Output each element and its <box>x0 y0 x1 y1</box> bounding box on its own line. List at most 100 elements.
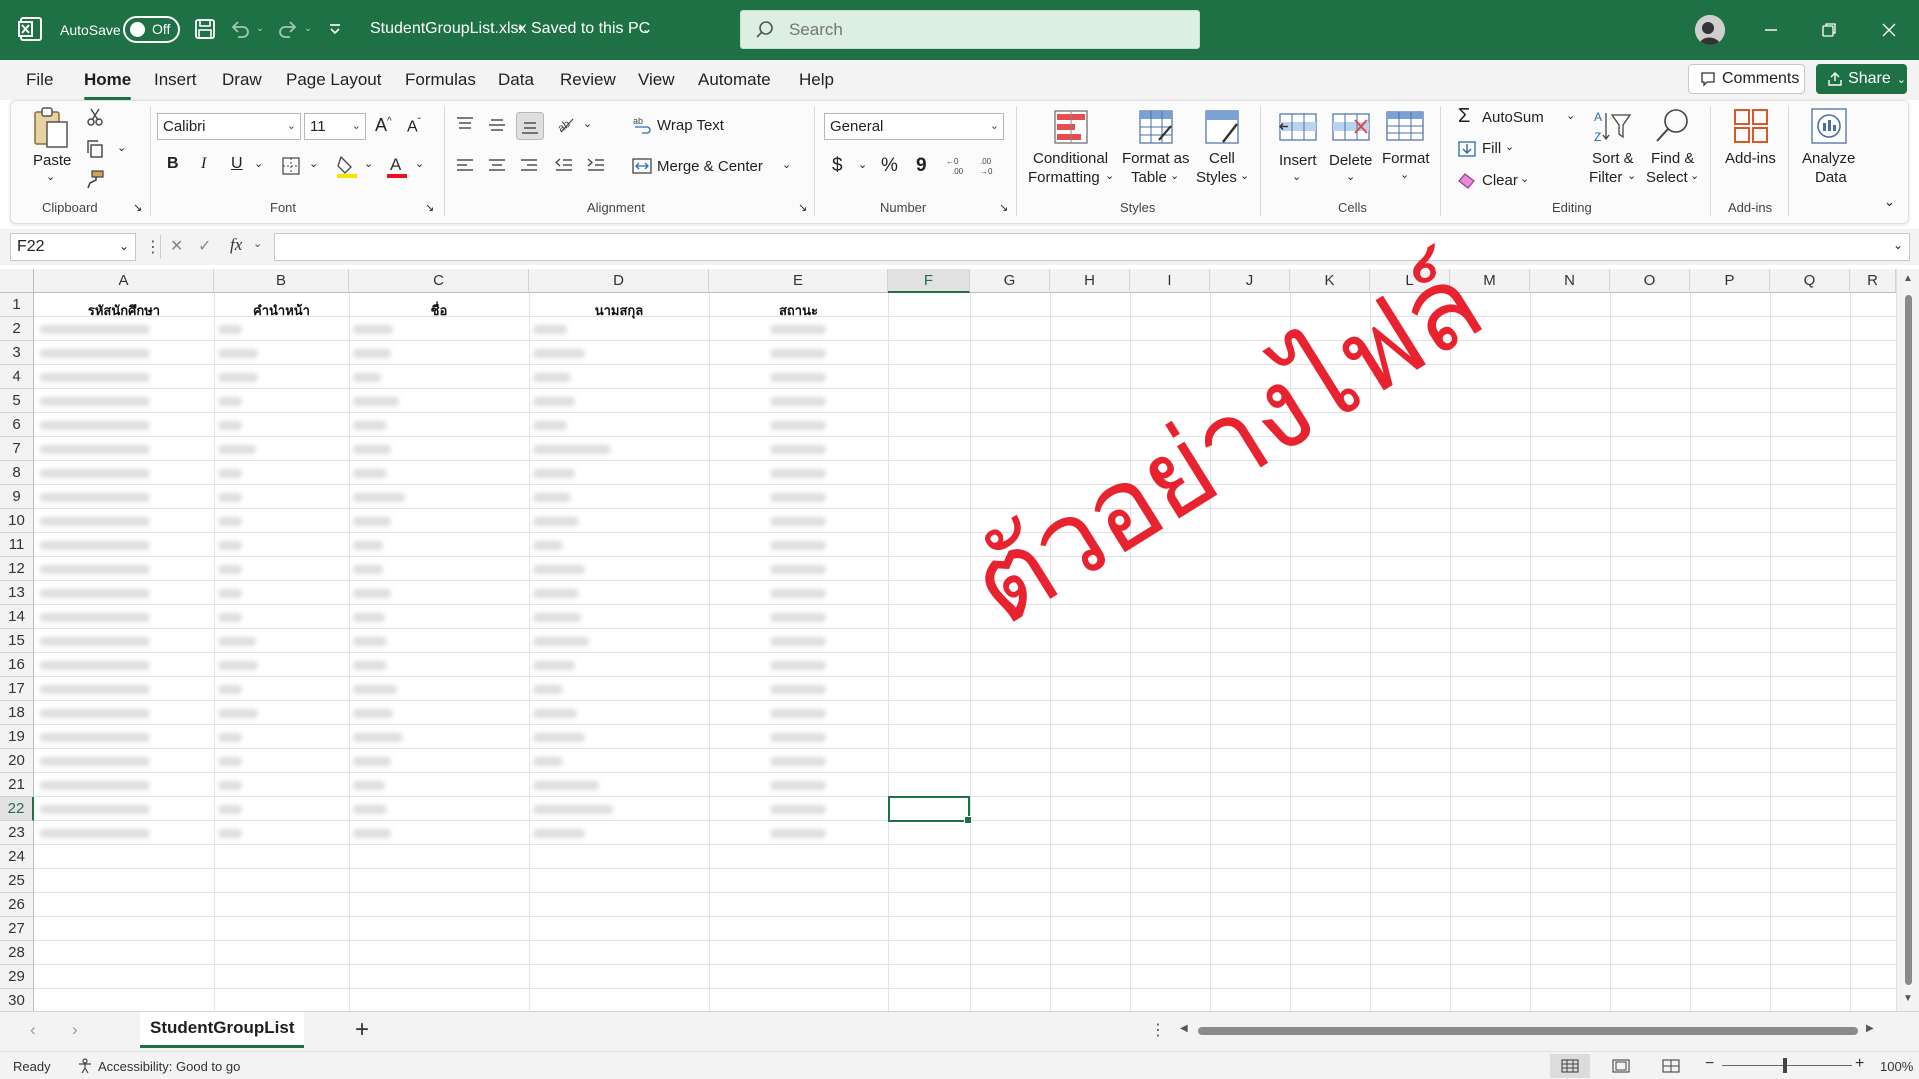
increase-decimal-icon[interactable]: ←0.00 <box>945 154 969 178</box>
conditional-formatting-label-2[interactable]: Formatting <box>1028 169 1100 186</box>
row-header-21[interactable]: 21 <box>0 773 34 797</box>
insert-cells-icon[interactable] <box>1278 108 1318 148</box>
cut-icon[interactable] <box>84 106 106 128</box>
column-header-D[interactable]: D <box>529 269 709 293</box>
increase-font-size-icon[interactable]: A^ <box>375 115 392 136</box>
chevron-down-icon[interactable]: ⌄ <box>46 170 55 183</box>
restore-button[interactable] <box>1806 10 1852 50</box>
row-header-24[interactable]: 24 <box>0 845 34 869</box>
column-header-E[interactable]: E <box>709 269 888 293</box>
merge-center-icon[interactable] <box>631 155 653 177</box>
currency-button[interactable]: $ <box>832 155 843 177</box>
scroll-right-icon[interactable]: ▶ <box>1866 1023 1874 1034</box>
row-header-15[interactable]: 15 <box>0 629 34 653</box>
header-cell-student-id[interactable]: รหัสนักศึกษา <box>34 300 214 318</box>
format-painter-icon[interactable] <box>84 168 106 190</box>
tab-automate[interactable]: Automate <box>698 70 771 90</box>
tab-insert[interactable]: Insert <box>154 70 197 90</box>
chevron-down-icon[interactable]: ⌄ <box>1897 73 1906 86</box>
zoom-slider-thumb[interactable] <box>1783 1058 1787 1073</box>
chevron-down-icon[interactable]: ⌄ <box>415 157 424 170</box>
add-ins-icon[interactable] <box>1732 107 1770 145</box>
clear-button[interactable]: Clear <box>1482 172 1518 189</box>
format-as-table-label[interactable]: Format as <box>1122 150 1190 167</box>
row-header-7[interactable]: 7 <box>0 437 34 461</box>
column-header-G[interactable]: G <box>970 269 1050 293</box>
chevron-down-icon[interactable]: ⌄ <box>302 22 314 34</box>
column-header-A[interactable]: A <box>34 269 214 293</box>
header-cell-first-name[interactable]: ชื่อ <box>349 300 529 318</box>
row-header-18[interactable]: 18 <box>0 701 34 725</box>
column-header-F[interactable]: F <box>888 269 970 293</box>
row-header-17[interactable]: 17 <box>0 677 34 701</box>
worksheet-grid[interactable]: A B C D E F G H I J K L M N O P Q R 1 2 … <box>0 269 1919 1011</box>
search-box[interactable] <box>740 10 1200 49</box>
more-options-icon[interactable]: ⋮ <box>145 237 161 257</box>
find-select-icon[interactable] <box>1652 106 1692 146</box>
column-header-I[interactable]: I <box>1130 269 1210 293</box>
sort-filter-label[interactable]: Sort & <box>1592 150 1634 167</box>
zoom-level[interactable]: 100% <box>1880 1059 1913 1074</box>
scrollbar-thumb[interactable] <box>1198 1027 1858 1035</box>
cell-styles-label-2[interactable]: Styles <box>1196 169 1237 186</box>
row-header-30[interactable]: 30 <box>0 989 34 1011</box>
scroll-up-icon[interactable]: ▲ <box>1903 273 1913 284</box>
fill-color-icon[interactable] <box>336 153 358 179</box>
column-header-P[interactable]: P <box>1690 269 1770 293</box>
sheet-tab-active[interactable]: StudentGroupList <box>140 1012 305 1048</box>
chevron-down-icon[interactable]: ⌄ <box>1105 169 1114 182</box>
row-header-4[interactable]: 4 <box>0 365 34 389</box>
row-header-28[interactable]: 28 <box>0 941 34 965</box>
formula-input[interactable]: ⌄ <box>274 233 1910 261</box>
chevron-down-icon[interactable]: ⌄ <box>640 22 654 36</box>
chevron-down-icon[interactable]: ⌄ <box>1400 168 1409 181</box>
chevron-down-icon[interactable]: ⌄ <box>858 158 867 171</box>
add-ins-button[interactable]: Add-ins <box>1725 150 1776 167</box>
redo-icon[interactable] <box>276 17 300 41</box>
collapse-ribbon-icon[interactable]: ⌄ <box>1884 194 1895 210</box>
more-options-icon[interactable]: ⋮ <box>1150 1020 1166 1040</box>
tab-home[interactable]: Home <box>84 70 132 100</box>
cell-styles-icon[interactable] <box>1203 108 1241 146</box>
chevron-down-icon[interactable]: ⌄ <box>1505 140 1514 153</box>
autosum-button[interactable]: AutoSum <box>1482 109 1544 126</box>
align-left-icon[interactable] <box>454 155 476 177</box>
chevron-right-icon[interactable]: › <box>72 1020 78 1040</box>
page-layout-view-icon[interactable] <box>1601 1054 1641 1078</box>
conditional-formatting-label[interactable]: Conditional <box>1033 150 1108 167</box>
cell-styles-label[interactable]: Cell <box>1209 150 1235 167</box>
row-header-20[interactable]: 20 <box>0 749 34 773</box>
accessibility-icon[interactable] <box>76 1057 94 1075</box>
increase-indent-icon[interactable] <box>585 155 607 177</box>
align-right-icon[interactable] <box>518 155 540 177</box>
customize-toolbar-icon[interactable] <box>326 20 344 38</box>
row-header-22[interactable]: 22 <box>0 797 34 821</box>
header-cell-prefix[interactable]: คำนำหน้า <box>214 300 349 318</box>
chevron-down-icon[interactable]: ⌄ <box>1346 170 1355 183</box>
format-as-table-label-2[interactable]: Table <box>1131 169 1167 186</box>
sort-filter-icon[interactable]: AZ <box>1592 107 1632 147</box>
row-header-6[interactable]: 6 <box>0 413 34 437</box>
row-header-3[interactable]: 3 <box>0 341 34 365</box>
row-header-10[interactable]: 10 <box>0 509 34 533</box>
tab-help[interactable]: Help <box>799 70 834 90</box>
sort-filter-label-2[interactable]: Filter <box>1589 169 1622 186</box>
dialog-launcher-icon[interactable]: ↘ <box>798 201 807 214</box>
fill-icon[interactable] <box>1456 139 1478 159</box>
decrease-decimal-icon[interactable]: .00 →0 <box>976 154 1000 178</box>
column-header-Q[interactable]: Q <box>1770 269 1850 293</box>
search-input[interactable] <box>789 18 1179 42</box>
column-header-H[interactable]: H <box>1050 269 1130 293</box>
page-break-view-icon[interactable] <box>1651 1054 1691 1078</box>
delete-cells-label[interactable]: Delete <box>1329 152 1372 169</box>
insert-function-icon[interactable]: fx <box>230 235 242 255</box>
italic-button[interactable]: I <box>201 155 206 173</box>
row-header-11[interactable]: 11 <box>0 533 34 557</box>
chevron-left-icon[interactable]: ‹ <box>30 1020 36 1040</box>
paste-label[interactable]: Paste <box>33 152 71 169</box>
percent-button[interactable]: % <box>881 155 898 177</box>
fill-button[interactable]: Fill <box>1482 140 1501 157</box>
chevron-down-icon[interactable]: ⌄ <box>253 237 262 250</box>
insert-cells-label[interactable]: Insert <box>1279 152 1317 169</box>
add-sheet-button[interactable]: + <box>355 1016 369 1044</box>
